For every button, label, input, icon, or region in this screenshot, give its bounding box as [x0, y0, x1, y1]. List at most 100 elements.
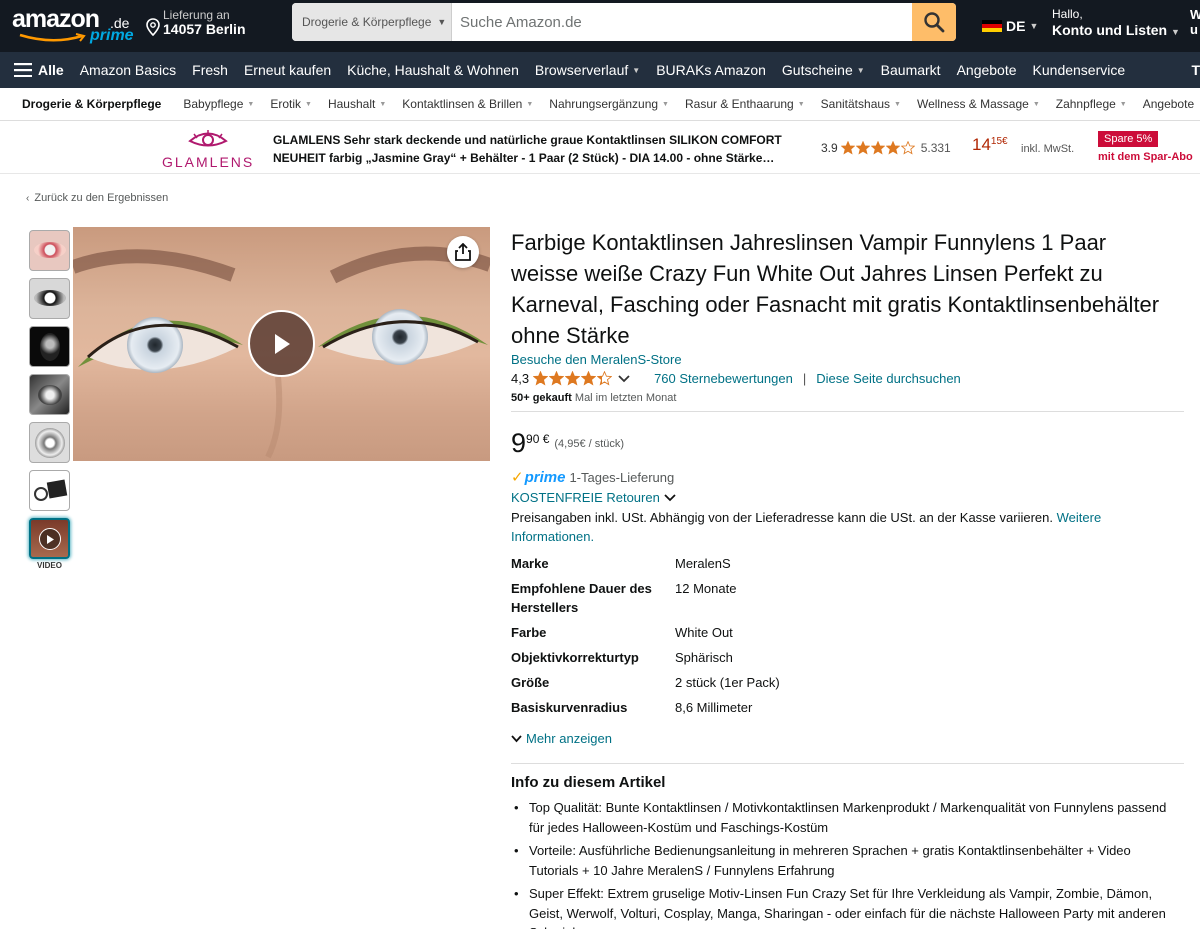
- video-play-button[interactable]: [248, 310, 315, 377]
- store-link[interactable]: Besuche den MeralenS-Store: [511, 352, 682, 367]
- nav-item-deals[interactable]: Angebote: [949, 62, 1025, 78]
- language-selector[interactable]: DE ▼: [982, 18, 1038, 34]
- subnav-item-nahrungsergaenzung[interactable]: Nahrungsergänzung ▼: [541, 97, 677, 111]
- thumbnail-6[interactable]: [29, 470, 70, 511]
- bought-period: Mal im letzten Monat: [574, 392, 677, 404]
- banner-product-title[interactable]: GLAMLENS Sehr stark deckende und natürli…: [273, 131, 803, 167]
- subnav-item-sanitaetshaus[interactable]: Sanitätshaus ▼: [813, 97, 909, 111]
- thumbnail-4[interactable]: [29, 374, 70, 415]
- price-whole: 9: [511, 428, 527, 458]
- subnav-item-kontaktlinsen[interactable]: Kontaktlinsen & Brillen ▼: [394, 97, 541, 111]
- product-specs: Marke MeralenS Empfohlene Dauer des Herst…: [511, 554, 911, 723]
- spec-value: 2 stück (1er Pack): [675, 675, 780, 690]
- chevron-down-icon[interactable]: [618, 371, 630, 386]
- ratings-count-link[interactable]: 760 Sternebewertungen: [654, 371, 793, 386]
- amazon-logo[interactable]: amazon .de prime: [12, 5, 134, 45]
- nav-item-label: Fresh: [192, 62, 228, 78]
- banner-rating[interactable]: 3.9 5.331: [821, 141, 951, 155]
- about-bullet: Top Qualität: Bunte Kontaktlinsen / Moti…: [511, 798, 1181, 837]
- star-icon: [533, 371, 549, 386]
- thumbnail-case-image: [34, 487, 48, 501]
- caret-down-icon: ▼: [1119, 100, 1127, 108]
- search-page-link[interactable]: Diese Seite durchsuchen: [816, 371, 961, 386]
- subnav-item-erotik[interactable]: Erotik ▼: [262, 97, 320, 111]
- sponsored-banner[interactable]: GLAMLENS GLAMLENS Sehr stark deckende un…: [0, 122, 1200, 174]
- prime-logo: ✓ prime: [511, 468, 565, 487]
- nav-item-truncated[interactable]: T: [1183, 62, 1200, 78]
- prime-check-icon: ✓: [511, 469, 524, 486]
- bought-past-month: 50+ gekauft Mal im letzten Monat: [511, 392, 676, 404]
- subnav-item-angebote[interactable]: Angebote: [1135, 97, 1200, 111]
- nav-item-diy[interactable]: Baumarkt: [873, 62, 949, 78]
- banner-rating-value: 3.9: [821, 141, 838, 155]
- subnav-item-label: Babypflege: [183, 97, 244, 111]
- chevron-down-icon: [511, 734, 522, 742]
- search-bar: Drogerie & Körperpflege ▼: [292, 3, 956, 41]
- back-to-results-link[interactable]: ‹ Zurück zu den Ergebnissen: [26, 192, 168, 204]
- subnav-item-rasur[interactable]: Rasur & Enthaarung ▼: [677, 97, 813, 111]
- deliver-line1: Lieferung an: [163, 8, 230, 22]
- subnav-category-title[interactable]: Drogerie & Körperpflege: [0, 97, 175, 111]
- orders-trunc-line1: W: [1190, 7, 1200, 22]
- thumbnail-5[interactable]: [29, 422, 70, 463]
- subnav-item-label: Kontaktlinsen & Brillen: [402, 97, 523, 111]
- search-button[interactable]: [912, 3, 956, 41]
- subnav-item-haushalt[interactable]: Haushalt ▼: [320, 97, 394, 111]
- hamburger-menu-icon: [14, 63, 32, 77]
- free-returns-link[interactable]: KOSTENFREIE Retouren: [511, 490, 676, 505]
- spec-row: Basiskurvenradius 8,6 Millimeter: [511, 698, 911, 717]
- search-department-select[interactable]: Drogerie & Körperpflege ▼: [292, 3, 452, 41]
- nav-item-label: Gutscheine: [781, 62, 853, 78]
- about-bullet: Vorteile: Ausführliche Bedienungsanleitu…: [511, 841, 1181, 880]
- glamlens-brand-text: GLAMLENS: [162, 154, 255, 170]
- product-title: Farbige Kontaktlinsen Jahreslinsen Vampi…: [511, 230, 1160, 348]
- spec-row: Objektivkorrekturtyp Sphärisch: [511, 648, 911, 667]
- banner-star-rating: [840, 141, 915, 155]
- nav-item-browsing-history[interactable]: Browserverlauf ▼: [527, 62, 648, 78]
- returns-orders-truncated[interactable]: W u: [1190, 7, 1200, 37]
- show-more-link[interactable]: Mehr anzeigen: [511, 731, 612, 746]
- spec-key: Farbe: [511, 625, 547, 640]
- spec-value: White Out: [675, 625, 733, 640]
- nav-item-buy-again[interactable]: Erneut kaufen: [236, 62, 339, 78]
- spec-value: Sphärisch: [675, 650, 733, 665]
- star-icon: [840, 141, 855, 155]
- video-label: VIDEO: [37, 561, 62, 570]
- play-icon: [274, 333, 290, 354]
- show-more-label: Mehr anzeigen: [526, 731, 612, 746]
- search-input[interactable]: [452, 3, 912, 41]
- nav-item-vouchers[interactable]: Gutscheine ▼: [774, 62, 873, 78]
- thumbnail-video[interactable]: [29, 518, 70, 559]
- separator: |: [802, 371, 807, 386]
- star-rating[interactable]: [533, 371, 613, 386]
- subnav-item-zahnpflege[interactable]: Zahnpflege ▼: [1048, 97, 1135, 111]
- nav-item-customer-service[interactable]: Kundenservice: [1025, 62, 1134, 78]
- nav-item-kitchen[interactable]: Küche, Haushalt & Wohnen: [339, 62, 527, 78]
- save-subscription-text: mit dem Spar-Abo: [1098, 151, 1193, 163]
- nav-item-fresh[interactable]: Fresh: [184, 62, 236, 78]
- banner-price-whole: 14: [972, 135, 991, 154]
- glamlens-logo[interactable]: GLAMLENS: [162, 128, 252, 170]
- subnav-item-label: Haushalt: [327, 97, 376, 111]
- subnav-item-babypflege[interactable]: Babypflege ▼: [175, 97, 262, 111]
- account-lists[interactable]: Hallo, Konto und Listen ▼: [1052, 7, 1180, 38]
- caret-down-icon: ▼: [305, 100, 312, 108]
- thumbnail-3[interactable]: [29, 326, 70, 367]
- subnav-item-wellness[interactable]: Wellness & Massage ▼: [909, 97, 1048, 111]
- spec-key: Empfohlene Dauer des Herstellers: [511, 581, 652, 615]
- thumbnail-2[interactable]: [29, 278, 70, 319]
- deliver-to[interactable]: Lieferung an 14057 Berlin: [146, 8, 266, 44]
- nav-item-amazon-basics[interactable]: Amazon Basics: [72, 62, 184, 78]
- vat-note-text: Preisangaben inkl. USt. Abhängig von der…: [511, 510, 1053, 525]
- main-nav: Alle Amazon Basics Fresh Erneut kaufen K…: [0, 52, 1200, 88]
- nav-item-user-amazon[interactable]: BURAKs Amazon: [648, 62, 774, 78]
- caret-down-icon: ▼: [437, 17, 447, 27]
- share-button[interactable]: [447, 236, 479, 268]
- star-icon: [855, 141, 870, 155]
- chevron-left-icon: ‹: [26, 192, 30, 204]
- all-menu-button[interactable]: Alle: [0, 62, 72, 78]
- thumbnail-1[interactable]: [29, 230, 70, 271]
- save-badge: Spare 5%: [1098, 131, 1159, 147]
- spec-row: Marke MeralenS: [511, 554, 911, 573]
- price-per-unit: (4,95€ / stück): [554, 438, 625, 450]
